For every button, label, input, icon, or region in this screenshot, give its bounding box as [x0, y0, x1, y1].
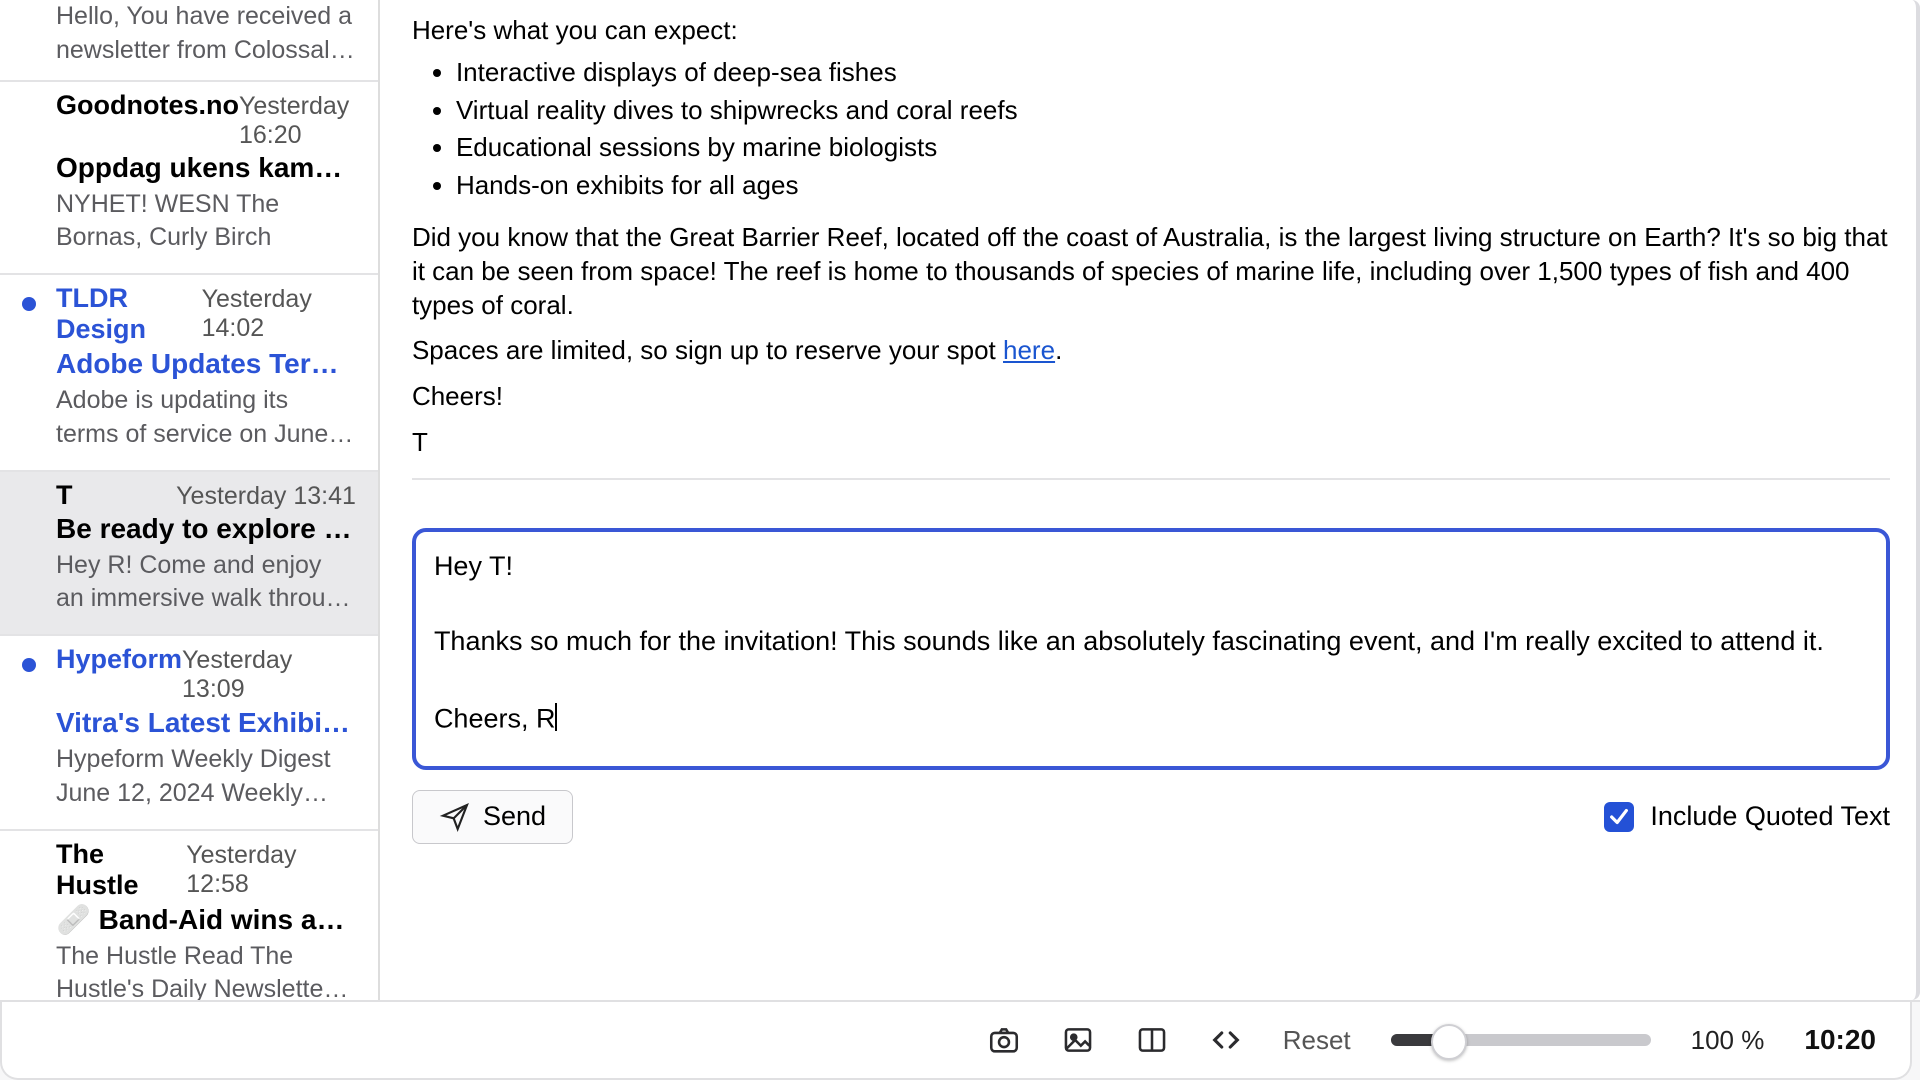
bottom-toolbar: Reset 100 % 10:20: [0, 1002, 1912, 1080]
image-icon[interactable]: [1061, 1023, 1095, 1057]
list-item[interactable]: TLDR DesignYesterday 14:02 Adobe Updates …: [0, 275, 378, 472]
list-item-time: Yesterday 13:09: [182, 646, 356, 704]
mail-cheers: Cheers!: [412, 380, 1890, 414]
list-item[interactable]: T Yesterday 13:41Be ready to explore the …: [0, 472, 378, 637]
message-list: Hello, You have received a newsletter fr…: [0, 0, 380, 1000]
message-content-pane: Here's what you can expect: Interactive …: [380, 0, 1920, 1000]
list-item-subject: Be ready to explore the world of underwa…: [56, 513, 356, 545]
mail-bullet: Interactive displays of deep-sea fishes: [456, 56, 1890, 90]
list-item[interactable]: Hello, You have received a newsletter fr…: [0, 0, 378, 82]
send-button[interactable]: Send: [412, 790, 573, 844]
list-item-preview: Hypeform Weekly Digest June 12, 2024 Wee…: [56, 743, 356, 811]
compose-textarea[interactable]: Hey T! Thanks so much for the invitation…: [412, 528, 1890, 770]
body-separator: [412, 478, 1890, 480]
zoom-percentage: 100 %: [1691, 1025, 1765, 1056]
list-item-time: Yesterday 14:02: [202, 285, 356, 343]
list-item[interactable]: HypeformYesterday 13:09Vitra's Latest Ex…: [0, 636, 378, 831]
list-item-sender: Hypeform: [56, 644, 182, 675]
list-item-subject: Oppdag ukens kampanjer + Gratis frakt!: [56, 152, 356, 184]
list-item-subject: Adobe Updates Terms 📝, iOS Customize Hom…: [56, 347, 356, 380]
signup-link[interactable]: here: [1003, 335, 1055, 365]
split-view-icon[interactable]: [1135, 1023, 1169, 1057]
mail-signature: T: [412, 426, 1890, 460]
list-item[interactable]: Goodnotes.noYesterday 16:20Oppdag ukens …: [0, 82, 378, 276]
paper-plane-icon: [439, 801, 471, 833]
camera-icon[interactable]: [987, 1023, 1021, 1057]
list-item-preview: Hello, You have received a newsletter fr…: [56, 0, 356, 68]
include-quoted-toggle[interactable]: Include Quoted Text: [1604, 801, 1890, 832]
list-item-preview: The Hustle Read The Hustle's Daily Newsl…: [56, 940, 356, 1001]
text-caret: [555, 703, 557, 731]
clock-time: 10:20: [1804, 1024, 1876, 1056]
mail-bullet: Hands-on exhibits for all ages: [456, 169, 1890, 203]
slider-thumb[interactable]: [1431, 1024, 1467, 1060]
mail-body: Here's what you can expect: Interactive …: [412, 0, 1890, 480]
unread-dot-icon: [22, 658, 36, 672]
list-item-time: Yesterday 12:58: [186, 841, 356, 899]
code-icon[interactable]: [1209, 1023, 1243, 1057]
checkbox-checked-icon: [1604, 802, 1634, 832]
mail-paragraph-reef: Did you know that the Great Barrier Reef…: [412, 221, 1890, 322]
list-item-time: Yesterday 13:41: [176, 482, 356, 511]
list-item-subject: 🩹 Band-Aid wins again: [56, 903, 356, 936]
mail-paragraph-signup: Spaces are limited, so sign up to reserv…: [412, 334, 1890, 368]
list-item-preview: NYHET! WESN The Bornas, Curly Birch: [56, 188, 356, 256]
include-quoted-label: Include Quoted Text: [1650, 801, 1890, 832]
list-item-preview: Adobe is updating its terms of service o…: [56, 384, 356, 452]
list-item-time: Yesterday 16:20: [239, 92, 356, 150]
unread-dot-icon: [22, 297, 36, 311]
list-item-preview: Hey R! Come and enjoy an immersive walk …: [56, 549, 356, 617]
list-item-sender: TLDR Design: [56, 283, 202, 345]
mail-bullet: Virtual reality dives to shipwrecks and …: [456, 94, 1890, 128]
list-item-sender: Goodnotes.no: [56, 90, 239, 121]
send-button-label: Send: [483, 801, 546, 832]
mail-bullet: Educational sessions by marine biologist…: [456, 131, 1890, 165]
zoom-slider[interactable]: [1391, 1034, 1651, 1046]
list-item[interactable]: The HustleYesterday 12:58 🩹 Band-Aid wins…: [0, 831, 378, 1001]
mail-text: Spaces are limited, so sign up to reserv…: [412, 335, 1003, 365]
list-item-subject: Vitra's Latest Exhibition Is Space Age H…: [56, 706, 356, 739]
mail-bullet-list: Interactive displays of deep-sea fishes V…: [412, 56, 1890, 203]
reset-button[interactable]: Reset: [1283, 1025, 1351, 1056]
list-item-sender: T: [56, 480, 73, 511]
list-item-sender: The Hustle: [56, 839, 186, 901]
mail-intro: Here's what you can expect:: [412, 14, 1890, 48]
mail-text: .: [1055, 335, 1062, 365]
